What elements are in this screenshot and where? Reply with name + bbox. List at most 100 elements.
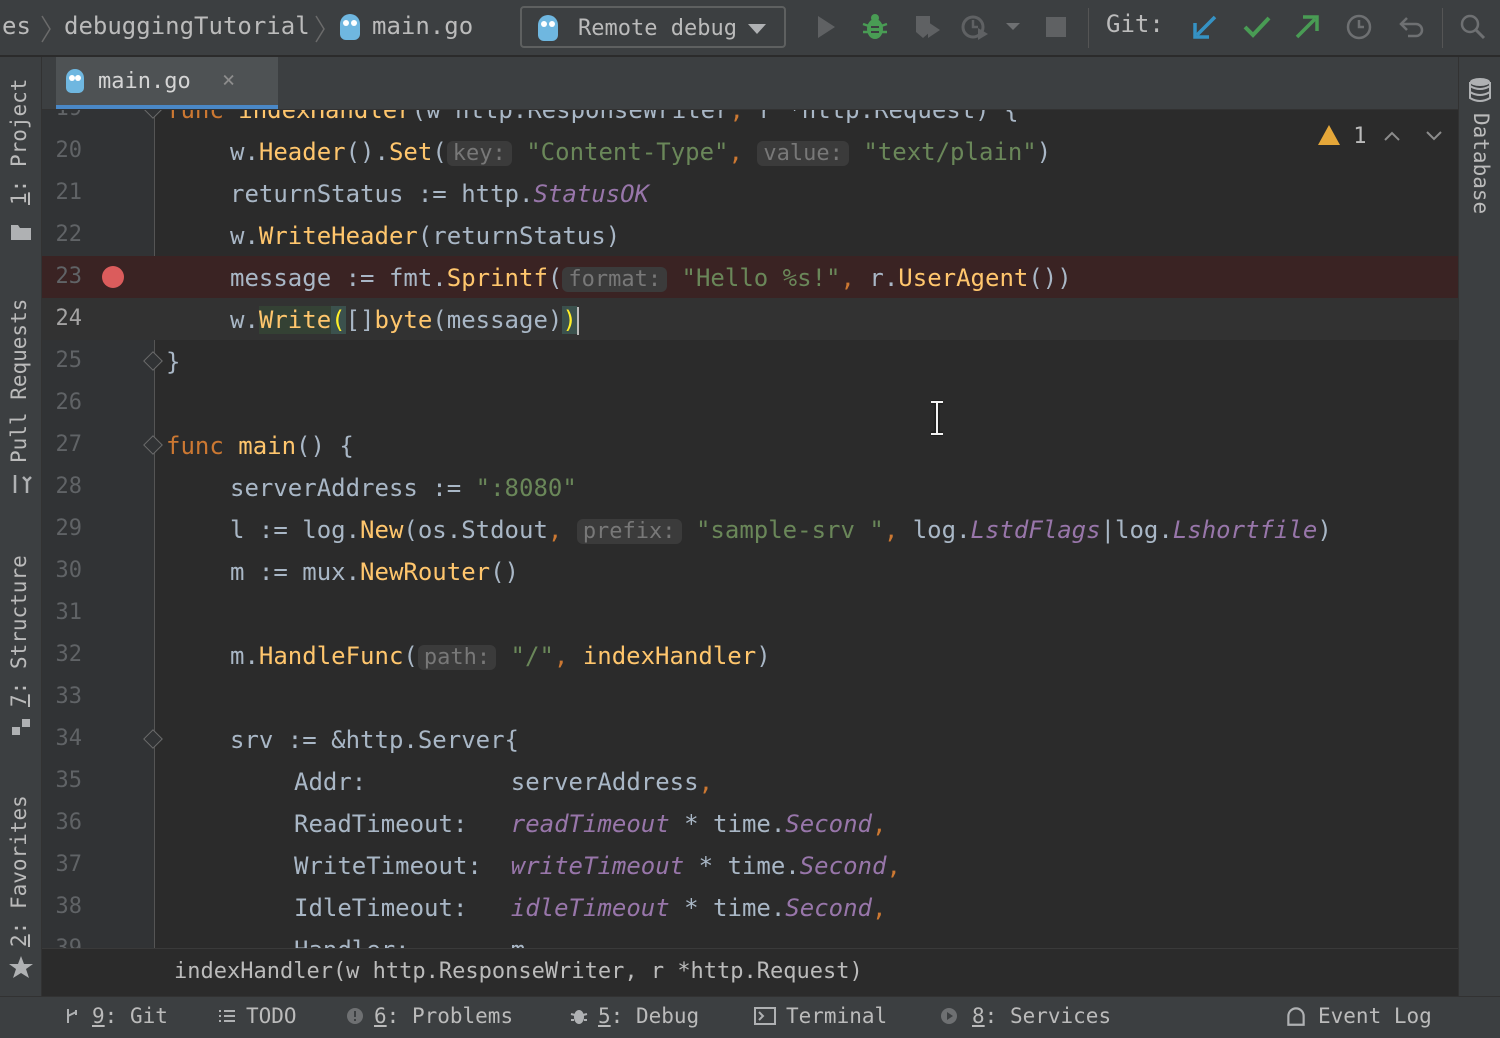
- code-line[interactable]: 25}: [42, 340, 1458, 382]
- line-number[interactable]: 28: [42, 474, 83, 499]
- more-run-options-chevron-icon[interactable]: [1002, 20, 1024, 34]
- tool-tab-favorites[interactable]: 2: Favorites: [7, 795, 31, 947]
- code-line[interactable]: 30 m := mux.NewRouter(): [42, 550, 1458, 592]
- tool-tab-structure[interactable]: 7: Structure: [7, 555, 31, 707]
- code-text[interactable]: message := fmt.Sprintf(format: "Hello %s…: [230, 264, 1072, 292]
- breakpoint-icon[interactable]: [102, 266, 124, 288]
- line-number[interactable]: 34: [42, 726, 83, 751]
- code-line[interactable]: 31: [42, 592, 1458, 634]
- tool-tab-event-log[interactable]: Event Log: [1284, 1004, 1432, 1028]
- git-history-icon[interactable]: [1344, 12, 1374, 42]
- line-number[interactable]: 24: [42, 306, 83, 331]
- tool-tab-pull-requests[interactable]: Pull Requests: [7, 299, 31, 463]
- line-number[interactable]: 26: [42, 390, 83, 415]
- fold-marker-icon[interactable]: [143, 351, 163, 371]
- line-number[interactable]: 38: [42, 894, 83, 919]
- tool-tab-todo[interactable]: TODO: [218, 1004, 297, 1028]
- code-text[interactable]: Addr: serverAddress,: [294, 768, 713, 796]
- tool-tab-project[interactable]: 1: Project: [7, 79, 31, 205]
- code-line[interactable]: 23 message := fmt.Sprintf(format: "Hello …: [42, 256, 1458, 298]
- fold-marker-icon[interactable]: [143, 435, 163, 455]
- code-line[interactable]: 35 Addr: serverAddress,: [42, 760, 1458, 802]
- line-number[interactable]: 27: [42, 432, 83, 457]
- code-line[interactable]: 19 func indexHandler(w http.ResponseWrite…: [42, 110, 1458, 130]
- code-text[interactable]: serverAddress := ":8080": [230, 474, 577, 502]
- line-number[interactable]: 25: [42, 348, 83, 373]
- code-line[interactable]: 33: [42, 676, 1458, 718]
- code-line[interactable]: 36 ReadTimeout: readTimeout * time.Second…: [42, 802, 1458, 844]
- code-line[interactable]: 22 w.WriteHeader(returnStatus): [42, 214, 1458, 256]
- code-text[interactable]: w.Write([]byte(message)): [230, 306, 579, 335]
- run-configuration-selector[interactable]: Remote debug: [520, 6, 786, 48]
- line-number[interactable]: 23: [42, 264, 83, 289]
- line-number[interactable]: 39: [42, 936, 83, 948]
- line-number[interactable]: 33: [42, 684, 83, 709]
- code-line[interactable]: 28 serverAddress := ":8080": [42, 466, 1458, 508]
- line-number[interactable]: 22: [42, 222, 83, 247]
- code-text[interactable]: w.Header().Set(key: "Content-Type", valu…: [230, 138, 1051, 166]
- code-text[interactable]: func indexHandler(w http.ResponseWriter,…: [166, 110, 1019, 124]
- breadcrumb-file[interactable]: main.go: [372, 12, 473, 40]
- line-number[interactable]: 19: [42, 110, 83, 121]
- tool-tab-terminal[interactable]: Terminal: [754, 1004, 887, 1028]
- code-line[interactable]: 26: [42, 382, 1458, 424]
- code-text[interactable]: }: [166, 348, 180, 376]
- code-text[interactable]: returnStatus := http.StatusOK: [230, 180, 649, 208]
- run-icon[interactable]: [810, 12, 840, 42]
- code-line[interactable]: 24 w.Write([]byte(message)): [42, 298, 1458, 340]
- line-number[interactable]: 35: [42, 768, 83, 793]
- run-with-coverage-icon[interactable]: [912, 12, 942, 42]
- line-number[interactable]: 20: [42, 138, 83, 163]
- line-number[interactable]: 31: [42, 600, 83, 625]
- inspection-widget[interactable]: 1: [1318, 124, 1442, 149]
- code-line[interactable]: 39 Handler: m,: [42, 928, 1458, 948]
- tool-tab-database[interactable]: Database: [1469, 113, 1493, 214]
- code-line[interactable]: 27 func main() {: [42, 424, 1458, 466]
- close-icon[interactable]: ×: [222, 68, 235, 93]
- breadcrumb-partial[interactable]: es: [2, 12, 31, 40]
- code-line[interactable]: 29 l := log.New(os.Stdout, prefix: "sampl…: [42, 508, 1458, 550]
- tool-tab-services[interactable]: 8: Services: [940, 1004, 1111, 1028]
- git-update-icon[interactable]: [1190, 12, 1220, 42]
- tool-tab-problems[interactable]: 6: Problems: [346, 1004, 513, 1028]
- code-text[interactable]: m.HandleFunc(path: "/", indexHandler): [230, 642, 771, 670]
- git-commit-icon[interactable]: [1242, 12, 1272, 42]
- code-editor[interactable]: 19 func indexHandler(w http.ResponseWrite…: [42, 110, 1458, 948]
- tab-main-go[interactable]: main.go ×: [56, 57, 278, 109]
- tool-tab-debug[interactable]: 5: Debug: [570, 1004, 699, 1028]
- tool-tab-git[interactable]: 9: Git: [64, 1004, 168, 1028]
- breadcrumb-project[interactable]: debuggingTutorial: [64, 12, 310, 40]
- line-number[interactable]: 29: [42, 516, 83, 541]
- next-highlight-icon[interactable]: [1424, 130, 1444, 142]
- profiler-icon[interactable]: [960, 12, 990, 42]
- debug-bug-icon[interactable]: [860, 12, 890, 42]
- code-line[interactable]: 34 srv := &http.Server{: [42, 718, 1458, 760]
- editor-breadcrumb[interactable]: indexHandler(w http.ResponseWriter, r *h…: [174, 959, 863, 984]
- code-line[interactable]: 21 returnStatus := http.StatusOK: [42, 172, 1458, 214]
- code-line[interactable]: 37 WriteTimeout: writeTimeout * time.Seco…: [42, 844, 1458, 886]
- code-text[interactable]: IdleTimeout: idleTimeout * time.Second,: [294, 894, 886, 922]
- stop-icon[interactable]: [1042, 12, 1072, 42]
- code-text[interactable]: srv := &http.Server{: [230, 726, 519, 754]
- code-text[interactable]: ReadTimeout: readTimeout * time.Second,: [294, 810, 886, 838]
- previous-highlight-icon[interactable]: [1382, 130, 1402, 142]
- line-number[interactable]: 30: [42, 558, 83, 583]
- line-number[interactable]: 37: [42, 852, 83, 877]
- code-text[interactable]: WriteTimeout: writeTimeout * time.Second…: [294, 852, 901, 880]
- rollback-icon[interactable]: [1396, 12, 1426, 42]
- fold-marker-icon[interactable]: [143, 729, 163, 749]
- code-line[interactable]: 32 m.HandleFunc(path: "/", indexHandler): [42, 634, 1458, 676]
- line-number[interactable]: 36: [42, 810, 83, 835]
- code-line[interactable]: 20 w.Header().Set(key: "Content-Type", va…: [42, 130, 1458, 172]
- code-line[interactable]: 38 IdleTimeout: idleTimeout * time.Second…: [42, 886, 1458, 928]
- line-number[interactable]: 21: [42, 180, 83, 205]
- code-text[interactable]: func main() {: [166, 432, 354, 460]
- code-text[interactable]: m := mux.NewRouter(): [230, 558, 519, 586]
- git-push-icon[interactable]: [1292, 12, 1322, 42]
- code-text[interactable]: w.WriteHeader(returnStatus): [230, 222, 620, 250]
- line-number[interactable]: 32: [42, 642, 83, 667]
- code-text[interactable]: Handler: m,: [294, 936, 540, 948]
- search-icon[interactable]: [1458, 12, 1488, 42]
- fold-marker-icon[interactable]: [143, 110, 163, 119]
- code-text[interactable]: l := log.New(os.Stdout, prefix: "sample-…: [230, 516, 1332, 544]
